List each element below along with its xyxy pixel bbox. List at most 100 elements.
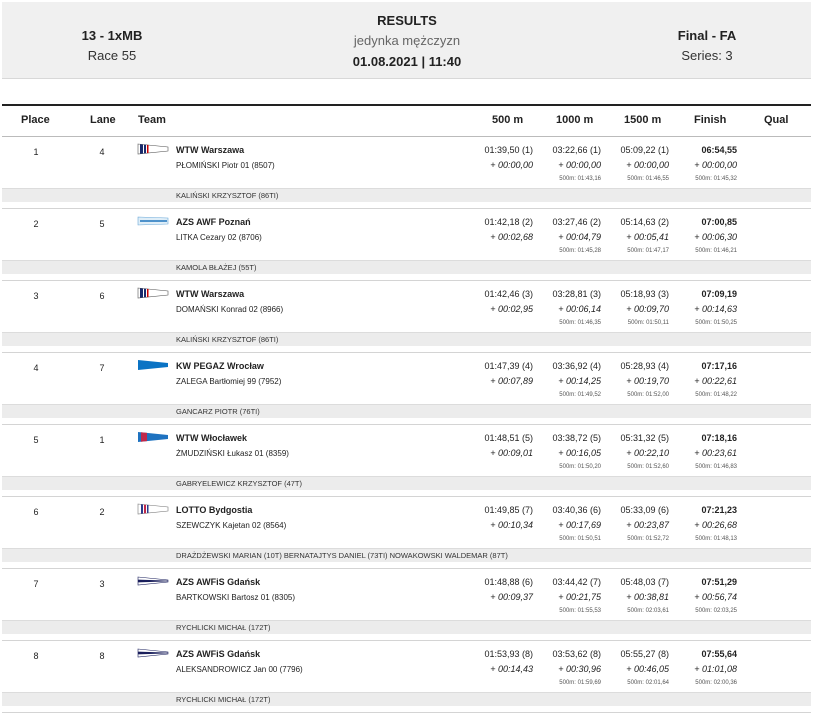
col-500m: 500 m	[492, 114, 524, 126]
finish-pace: 500m: 01:50,25	[695, 320, 737, 326]
athlete-name: ALEKSANDROWICZ Jan 00 (7796)	[176, 665, 303, 674]
coach-bar: GANCARZ PIOTR (76TI)	[2, 404, 811, 418]
split-500-diff: + 00:02,95	[490, 304, 533, 314]
split-500-time: 01:48,88 (6)	[484, 577, 533, 587]
finish-time: 07:55,64	[701, 649, 737, 659]
split-1000-time: 03:44,42 (7)	[552, 577, 601, 587]
split-1500-pace: 500m: 01:47,17	[627, 248, 669, 254]
split-500-time: 01:49,85 (7)	[484, 505, 533, 515]
split-500-time: 01:47,39 (4)	[484, 361, 533, 371]
lane-cell: 6	[99, 291, 105, 301]
split-500-time: 01:42,46 (3)	[484, 289, 533, 299]
coach-names: GANCARZ PIOTR (76TI)	[176, 407, 260, 416]
split-1000-diff: + 00:30,96	[558, 664, 601, 674]
split-1500-time: 05:14,63 (2)	[620, 217, 669, 227]
split-1500-diff: + 00:09,70	[626, 304, 669, 314]
split-1000-pace: 500m: 01:50,51	[559, 536, 601, 542]
phase-info: Final - FA Series: 3	[657, 26, 757, 66]
lane-cell: 1	[99, 435, 105, 445]
finish-time: 07:21,23	[701, 505, 737, 515]
finish-diff: + 00:23,61	[694, 448, 737, 458]
kw-pegaz-flag-icon	[138, 360, 168, 370]
finish-diff: + 00:56,74	[694, 592, 737, 602]
split-1500-diff: + 00:19,70	[626, 376, 669, 386]
split-1000-diff: + 00:04,79	[558, 232, 601, 242]
split-1000-time: 03:36,92 (4)	[552, 361, 601, 371]
finish-time: 07:51,29	[701, 577, 737, 587]
lane-cell: 7	[99, 363, 105, 373]
split-500-diff: + 00:09,01	[490, 448, 533, 458]
split-1500-pace: 500m: 02:03,61	[627, 608, 669, 614]
split-500-diff: + 00:10,34	[490, 520, 533, 530]
lane-cell: 3	[99, 579, 105, 589]
results-title-block: RESULTS jedynka mężczyzn 01.08.2021 | 11…	[307, 11, 507, 73]
split-1000-diff: + 00:21,75	[558, 592, 601, 602]
split-1500-time: 05:55,27 (8)	[620, 649, 669, 659]
lane-cell: 5	[99, 219, 105, 229]
club-name: WTW Włocławek	[176, 433, 248, 443]
col-team: Team	[138, 114, 166, 126]
wtw-warszawa-flag-icon	[137, 287, 169, 299]
table-row: 5 1 WTW Włocławek ŻMUDZIŃSKI Łukasz 01 (…	[2, 424, 811, 497]
split-1500-time: 05:31,32 (5)	[620, 433, 669, 443]
race-series: Series: 3	[681, 48, 733, 63]
azs-awf-poznan-flag-icon	[137, 216, 169, 226]
split-500-time: 01:39,50 (1)	[484, 145, 533, 155]
lane-cell: 2	[99, 507, 105, 517]
coach-bar: KAMOLA BŁAŻEJ (55T)	[2, 260, 811, 274]
coach-bar: KALIŃSKI KRZYSZTOF (86TI)	[2, 332, 811, 346]
club-name: WTW Warszawa	[176, 145, 245, 155]
split-1500-pace: 500m: 01:52,00	[627, 392, 669, 398]
split-1500-time: 05:33,09 (6)	[620, 505, 669, 515]
place-cell: 3	[33, 291, 39, 301]
split-1500-pace: 500m: 01:52,72	[627, 536, 669, 542]
athlete-name: ŻMUDZIŃSKI Łukasz 01 (8359)	[176, 449, 289, 458]
race-phase: Final - FA	[677, 28, 737, 43]
col-finish: Finish	[694, 114, 727, 126]
split-1000-time: 03:22,66 (1)	[552, 145, 601, 155]
coach-names: GABRYELEWICZ KRZYSZTOF (47T)	[176, 479, 302, 488]
split-1500-pace: 500m: 01:46,55	[627, 176, 669, 182]
finish-time: 07:17,16	[701, 361, 737, 371]
split-1000-time: 03:53,62 (8)	[552, 649, 601, 659]
lane-cell: 4	[99, 147, 105, 157]
lane-cell: 8	[99, 651, 105, 661]
split-1000-diff: + 00:00,00	[558, 160, 601, 170]
split-1000-pace: 500m: 01:50,20	[559, 464, 601, 470]
finish-diff: + 00:06,30	[694, 232, 737, 242]
split-1000-diff: + 00:16,05	[558, 448, 601, 458]
athlete-name: PŁOMIŃSKI Piotr 01 (8507)	[176, 161, 275, 170]
table-row: 3 6 WTW Warszawa DOMAŃSKI Konrad 02 (896…	[2, 280, 811, 353]
club-name: KW PEGAZ Wrocław	[176, 361, 264, 371]
finish-diff: + 00:22,61	[694, 376, 737, 386]
finish-pace: 500m: 01:46,83	[695, 464, 737, 470]
finish-time: 07:09,19	[701, 289, 737, 299]
split-500-diff: + 00:14,43	[490, 664, 533, 674]
club-name: LOTTO Bydgostia	[176, 505, 253, 515]
coach-names: RYCHLICKI MICHAŁ (172T)	[176, 695, 271, 704]
azs-awfis-gdansk-flag-icon	[137, 648, 169, 658]
finish-diff: + 00:00,00	[694, 160, 737, 170]
split-1000-pace: 500m: 01:46,35	[559, 320, 601, 326]
place-cell: 6	[33, 507, 39, 517]
club-name: AZS AWF Poznań	[176, 217, 251, 227]
split-1500-diff: + 00:05,41	[626, 232, 669, 242]
table-row: 4 7 KW PEGAZ Wrocław ZALEGA Bartłomiej 9…	[2, 352, 811, 425]
lotto-bydgostia-flag-icon	[137, 503, 169, 515]
event-info: 13 - 1xMB Race 55	[62, 26, 162, 66]
split-1000-time: 03:38,72 (5)	[552, 433, 601, 443]
finish-pace: 500m: 02:00,36	[695, 680, 737, 686]
split-1500-pace: 500m: 01:52,60	[627, 464, 669, 470]
split-1500-time: 05:18,93 (3)	[620, 289, 669, 299]
split-1000-time: 03:27,46 (2)	[552, 217, 601, 227]
coach-names: KAMOLA BŁAŻEJ (55T)	[176, 263, 257, 272]
finish-pace: 500m: 01:48,22	[695, 392, 737, 398]
event-code: 13 - 1xMB	[81, 28, 143, 43]
event-subtitle: jedynka mężczyzn	[353, 33, 461, 48]
coach-names: KALIŃSKI KRZYSZTOF (86TI)	[176, 191, 279, 200]
table-row: 1 4 WTW Warszawa PŁOMIŃSKI Piotr 01 (850…	[2, 136, 811, 209]
split-1500-diff: + 00:00,00	[626, 160, 669, 170]
split-1500-diff: + 00:23,87	[626, 520, 669, 530]
split-1000-pace: 500m: 01:59,69	[559, 680, 601, 686]
finish-pace: 500m: 02:03,25	[695, 608, 737, 614]
